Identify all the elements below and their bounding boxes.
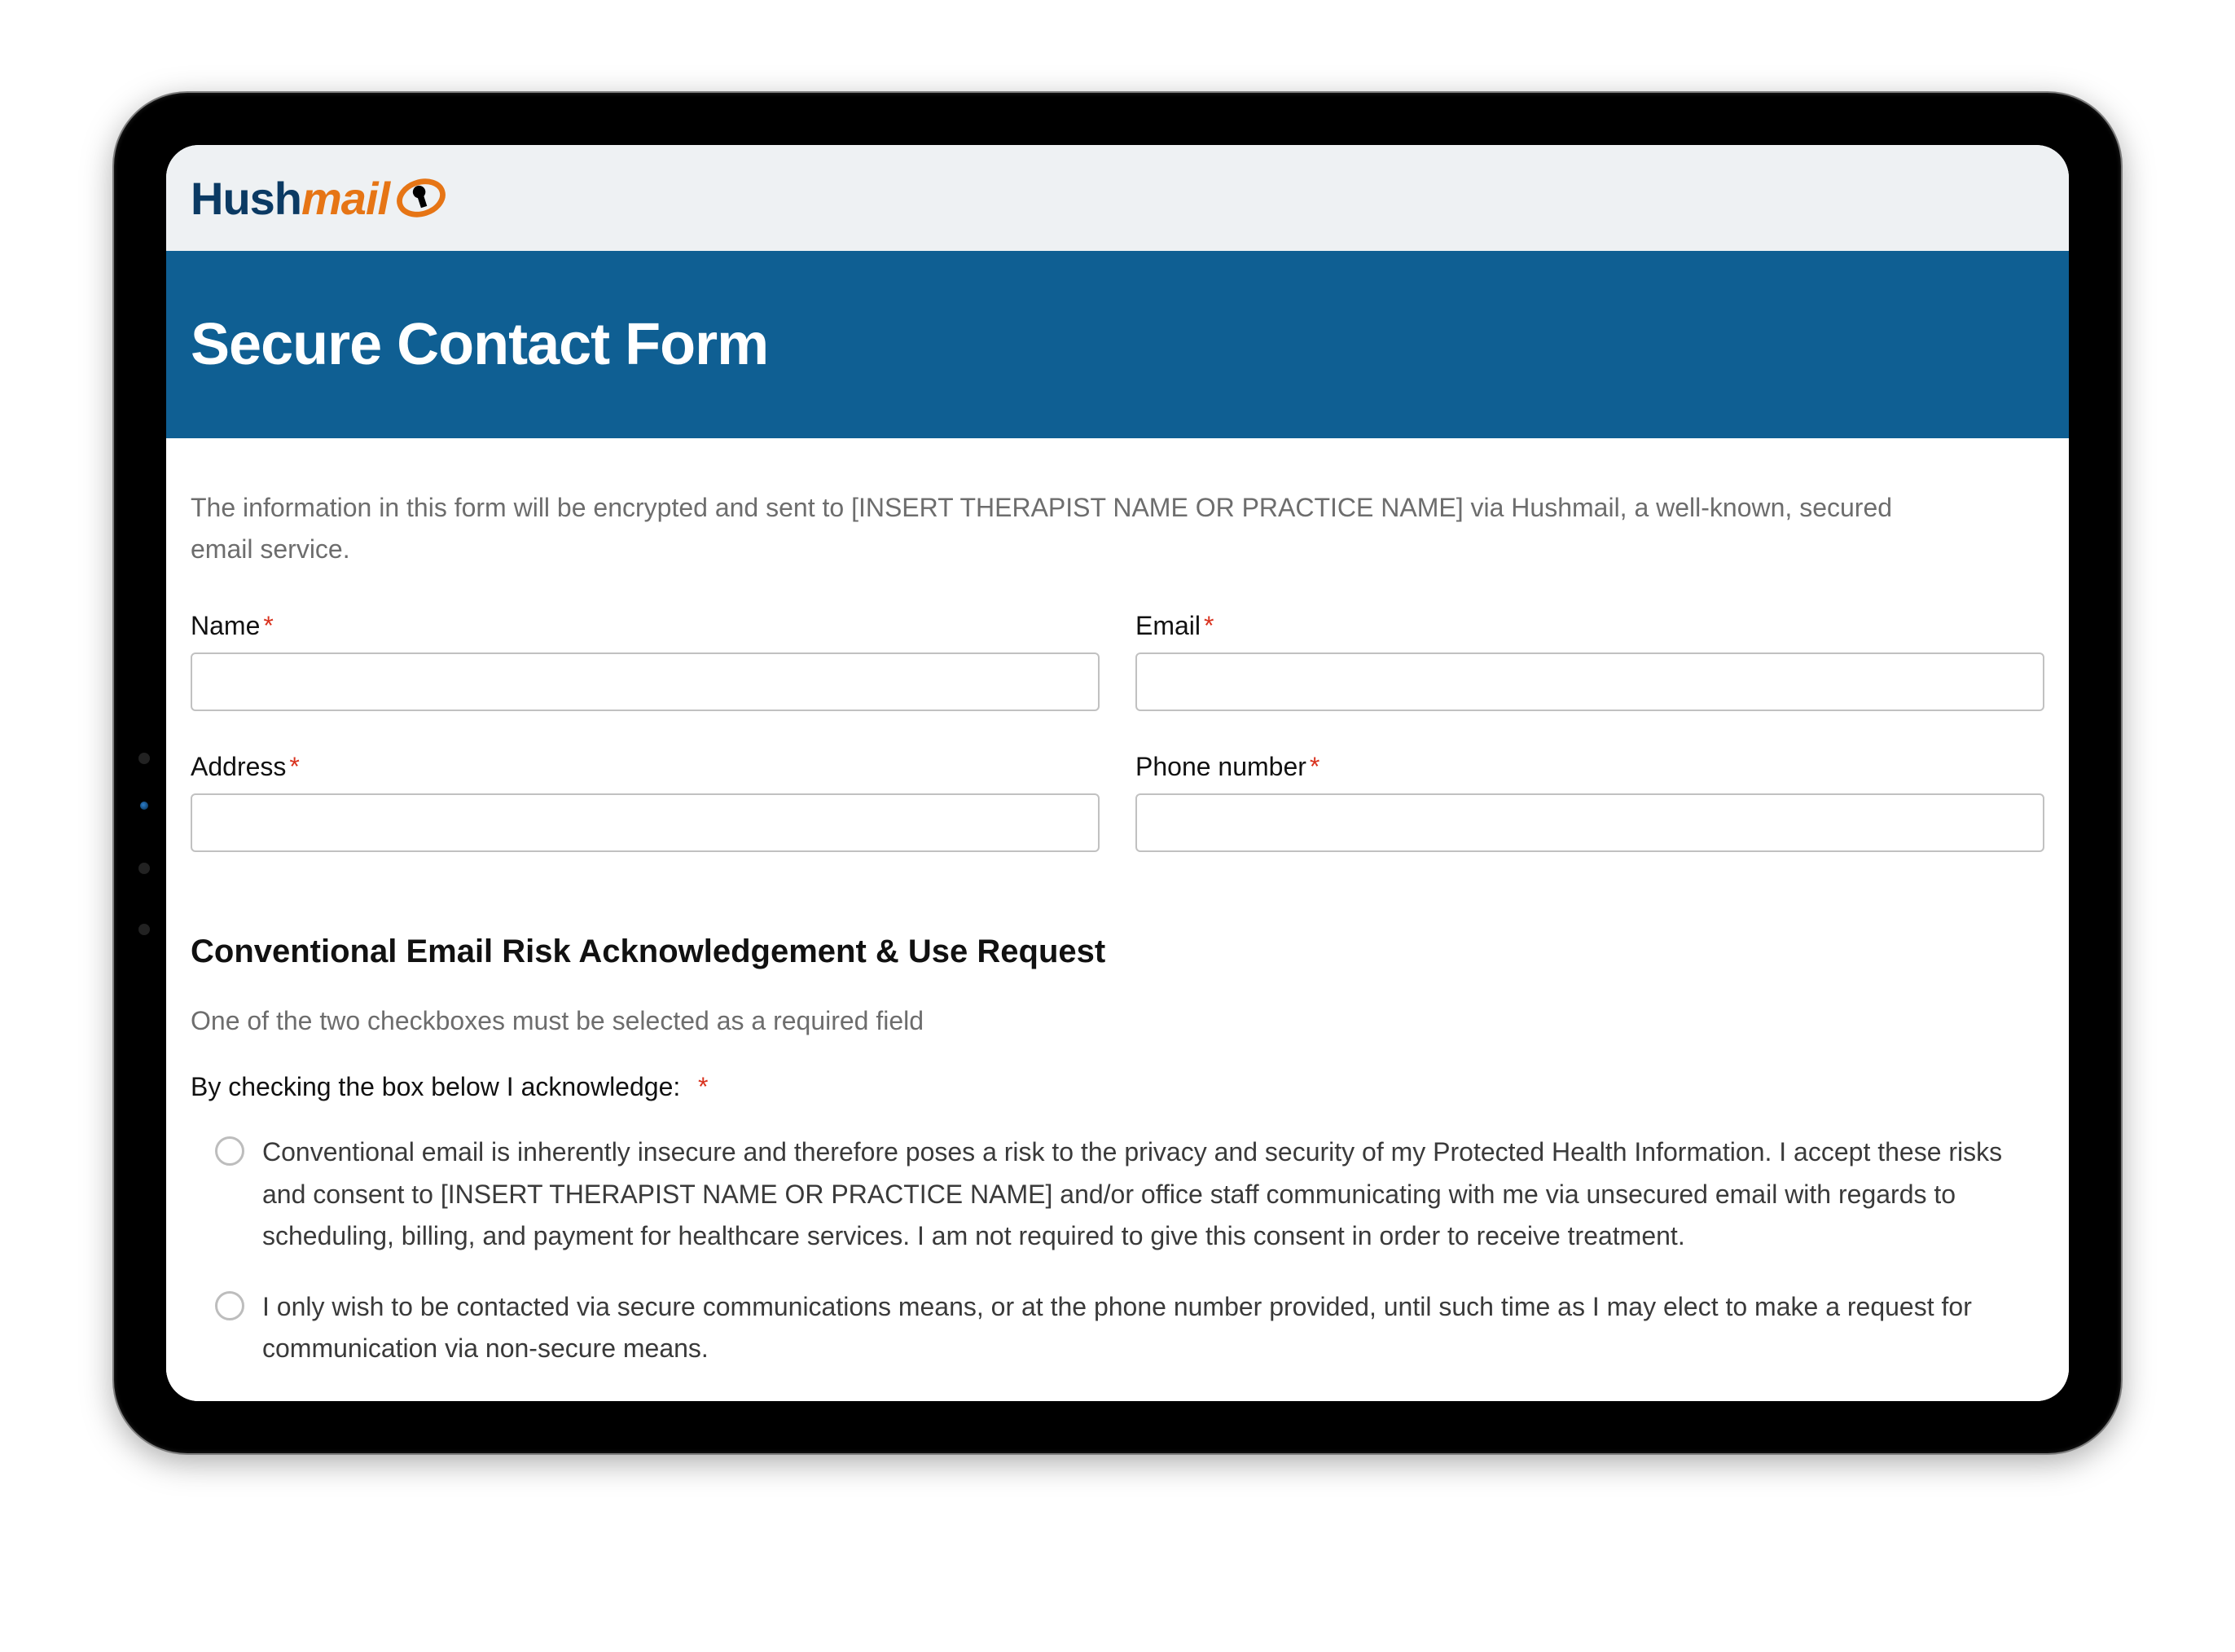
ack-option-2-text: I only wish to be contacted via secure c…	[262, 1286, 2044, 1369]
section-note: One of the two checkboxes must be select…	[191, 1006, 2044, 1036]
side-dot	[138, 924, 150, 935]
volume-up-button	[375, 85, 481, 96]
side-dot	[138, 753, 150, 764]
lock-ring-icon	[389, 166, 453, 230]
address-label: Address*	[191, 752, 1100, 782]
name-label: Name*	[191, 611, 1100, 641]
logo-text-hush: Hush	[191, 173, 301, 224]
top-bar: Hushmail	[166, 145, 2069, 251]
acknowledge-label: By checking the box below I acknowledge:…	[191, 1072, 2044, 1102]
logo-text-mail: mail	[301, 173, 389, 224]
required-mark: *	[1310, 752, 1319, 781]
page-title: Secure Contact Form	[191, 311, 768, 378]
form-content: The information in this form will be enc…	[166, 438, 2069, 1401]
volume-down-button	[505, 85, 611, 96]
tablet-frame: Hushmail Secure Contact Form The informa	[114, 93, 2121, 1453]
hushmail-logo: Hushmail	[191, 145, 446, 251]
address-field-group: Address*	[191, 752, 1100, 852]
name-input[interactable]	[191, 652, 1100, 711]
title-bar: Secure Contact Form	[166, 251, 2069, 438]
email-label: Email*	[1135, 611, 2044, 641]
intro-text: The information in this form will be enc…	[191, 487, 1901, 570]
radio-icon[interactable]	[215, 1291, 244, 1320]
email-field-group: Email*	[1135, 611, 2044, 711]
phone-field-group: Phone number*	[1135, 752, 2044, 852]
required-mark: *	[698, 1072, 708, 1101]
ack-option-1[interactable]: Conventional email is inherently insecur…	[191, 1131, 2044, 1257]
required-mark: *	[263, 611, 273, 640]
phone-input[interactable]	[1135, 793, 2044, 852]
screen: Hushmail Secure Contact Form The informa	[166, 145, 2069, 1401]
ack-option-2[interactable]: I only wish to be contacted via secure c…	[191, 1286, 2044, 1369]
phone-label: Phone number*	[1135, 752, 2044, 782]
side-dot	[138, 863, 150, 874]
name-field-group: Name*	[191, 611, 1100, 711]
address-input[interactable]	[191, 793, 1100, 852]
email-input[interactable]	[1135, 652, 2044, 711]
required-mark: *	[289, 752, 299, 781]
acknowledge-options: Conventional email is inherently insecur…	[191, 1131, 2044, 1369]
section-title: Conventional Email Risk Acknowledgement …	[191, 934, 2044, 970]
camera-lens	[140, 802, 148, 810]
radio-icon[interactable]	[215, 1136, 244, 1166]
power-button	[106, 484, 117, 606]
ack-option-1-text: Conventional email is inherently insecur…	[262, 1131, 2044, 1257]
required-mark: *	[1204, 611, 1214, 640]
